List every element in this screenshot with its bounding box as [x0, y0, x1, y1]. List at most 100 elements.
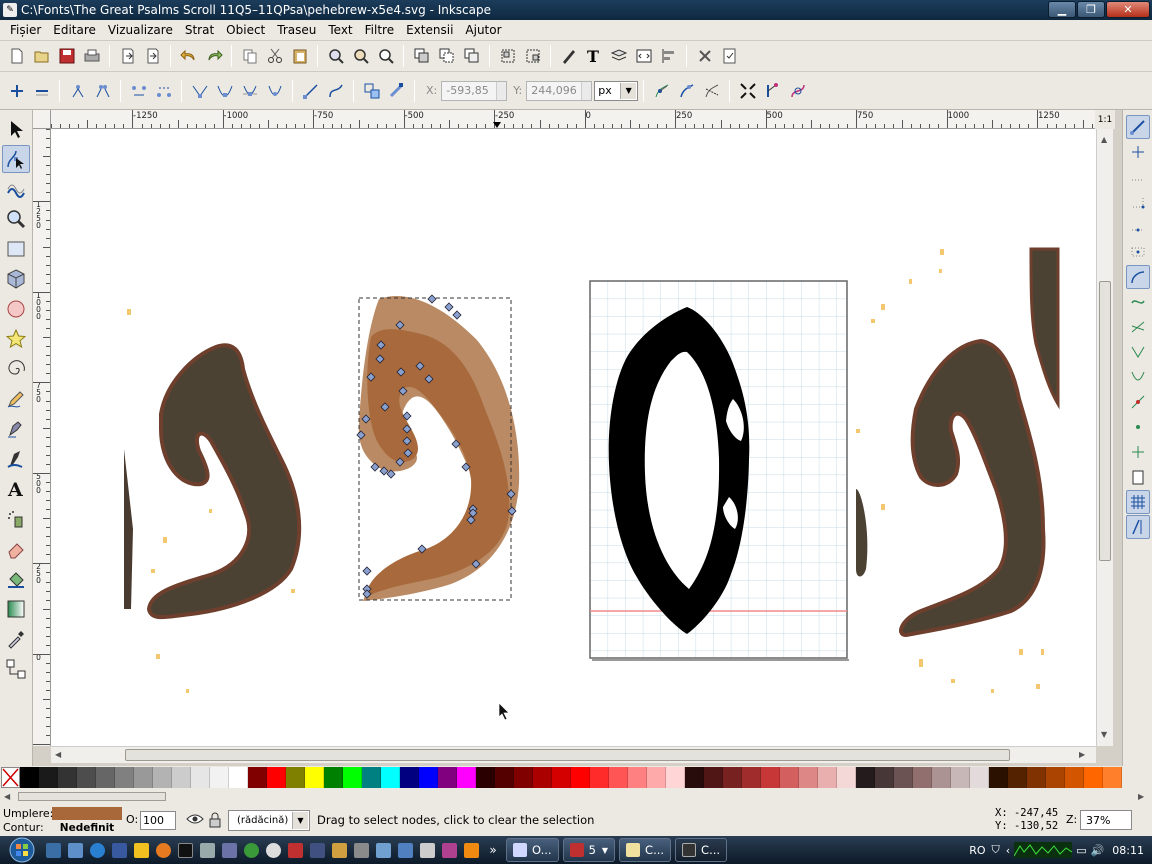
snap-nodes-icon[interactable] [1125, 264, 1150, 289]
menu-editare[interactable]: Editare [47, 23, 102, 37]
tweak-tool-icon[interactable] [2, 175, 30, 203]
quicklaunch-php-icon[interactable] [219, 840, 239, 860]
quicklaunch-more-icon[interactable]: » [483, 840, 503, 860]
palette-swatch[interactable] [58, 767, 77, 788]
eraser-tool-icon[interactable] [2, 535, 30, 563]
quicklaunch-app6-icon[interactable] [395, 840, 415, 860]
snap-path-intersection-icon[interactable] [1126, 315, 1150, 339]
document-properties-icon[interactable] [718, 45, 741, 68]
smooth-node-icon[interactable] [213, 79, 236, 102]
scan-image-right[interactable] [856, 247, 1060, 693]
edit-clipping-path-icon[interactable] [700, 79, 723, 102]
group-icon[interactable] [496, 45, 519, 68]
cusp-node-icon[interactable] [188, 79, 211, 102]
palette-swatch[interactable] [875, 767, 894, 788]
menu-ajutor[interactable]: Ajutor [459, 23, 507, 37]
palette-swatch[interactable] [77, 767, 96, 788]
delete-segment-icon[interactable] [152, 79, 175, 102]
palette-swatch[interactable] [1027, 767, 1046, 788]
open-document-icon[interactable] [30, 45, 53, 68]
snap-bbox-edge-icon[interactable] [1126, 165, 1150, 189]
palette-swatch[interactable] [742, 767, 761, 788]
break-path-icon[interactable] [91, 79, 114, 102]
show-transform-handles-icon[interactable] [736, 79, 759, 102]
quicklaunch-ie-icon[interactable] [87, 840, 107, 860]
snap-path-icon[interactable] [1126, 290, 1150, 314]
palette-swatch[interactable] [552, 767, 571, 788]
y-coordinate-field[interactable]: 244,096 [526, 80, 593, 101]
unlink-clone-icon[interactable] [460, 45, 483, 68]
menu-extensii[interactable]: Extensii [400, 23, 459, 37]
scan-image-left[interactable] [124, 309, 302, 693]
quicklaunch-app2-icon[interactable] [307, 840, 327, 860]
menu-fisier[interactable]: Fișier [4, 23, 47, 37]
path-node[interactable] [427, 294, 437, 304]
zoom-drawing-icon[interactable] [349, 45, 372, 68]
palette-swatch[interactable] [457, 767, 476, 788]
quicklaunch-app4-icon[interactable] [351, 840, 371, 860]
palette-swatch[interactable] [609, 767, 628, 788]
palette-swatch[interactable] [362, 767, 381, 788]
quicklaunch-chrome-icon[interactable] [241, 840, 261, 860]
palette-swatch[interactable] [305, 767, 324, 788]
rect-tool-icon[interactable] [2, 235, 30, 263]
menu-strat[interactable]: Strat [179, 23, 220, 37]
object-to-path-icon[interactable] [360, 79, 383, 102]
task-button-2[interactable]: 5 ▼ [562, 838, 616, 862]
star-tool-icon[interactable] [2, 325, 30, 353]
duplicate-icon[interactable] [410, 45, 433, 68]
copy-icon[interactable] [238, 45, 261, 68]
pencil-tool-icon[interactable] [2, 385, 30, 413]
palette-swatch[interactable] [1103, 767, 1122, 788]
quicklaunch-desktop-icon[interactable] [43, 840, 63, 860]
palette-swatch[interactable] [647, 767, 666, 788]
spray-tool-icon[interactable] [2, 505, 30, 533]
zoom-field[interactable]: 37% [1080, 810, 1132, 830]
align-distribute-icon[interactable] [657, 45, 680, 68]
palette-swatch[interactable] [134, 767, 153, 788]
minimize-button[interactable]: ▁ [1048, 1, 1076, 18]
palette-swatch[interactable] [799, 767, 818, 788]
palette-swatch[interactable] [666, 767, 685, 788]
quicklaunch-save-icon[interactable] [109, 840, 129, 860]
opacity-field[interactable]: 100 [140, 811, 176, 830]
palette-swatch[interactable] [913, 767, 932, 788]
snap-cusp-nodes-icon[interactable] [1126, 340, 1150, 364]
dropper-tool-icon[interactable] [2, 625, 30, 653]
palette-swatch[interactable] [685, 767, 704, 788]
task-button-4[interactable]: C... [675, 838, 728, 862]
palette-scroll-right-icon[interactable]: ▶ [1138, 792, 1144, 801]
tray-shield-icon[interactable]: ⛉ [992, 843, 1000, 857]
zoom-selection-icon[interactable] [324, 45, 347, 68]
snap-bbox-icon[interactable] [1126, 140, 1150, 164]
palette-swatch[interactable] [476, 767, 495, 788]
snap-smooth-nodes-icon[interactable] [1126, 365, 1150, 389]
new-document-icon[interactable] [5, 45, 28, 68]
delete-node-icon[interactable] [30, 79, 53, 102]
snap-object-center-icon[interactable] [1126, 415, 1150, 439]
palette-swatch[interactable] [533, 767, 552, 788]
quicklaunch-app8-icon[interactable] [439, 840, 459, 860]
join-nodes-icon[interactable] [66, 79, 89, 102]
vertical-scrollbar[interactable]: ▲ ▼ [1096, 129, 1113, 746]
join-segment-icon[interactable] [127, 79, 150, 102]
palette-swatch[interactable] [229, 767, 248, 788]
palette-swatch[interactable] [419, 767, 438, 788]
palette-swatch[interactable] [210, 767, 229, 788]
palette-swatch[interactable] [1046, 767, 1065, 788]
glyph-page[interactable] [589, 280, 849, 661]
layers-icon[interactable] [607, 45, 630, 68]
preferences-icon[interactable] [693, 45, 716, 68]
palette-swatch[interactable] [1008, 767, 1027, 788]
palette-scroll-thumb[interactable] [18, 792, 166, 801]
palette-swatch[interactable] [932, 767, 951, 788]
quicklaunch-vlc-icon[interactable] [461, 840, 481, 860]
task-button-1[interactable]: O... [506, 838, 559, 862]
zoom-tool-icon[interactable] [2, 205, 30, 233]
import-icon[interactable] [116, 45, 139, 68]
palette-swatch[interactable] [989, 767, 1008, 788]
palette-swatch[interactable] [191, 767, 210, 788]
insert-node-icon[interactable] [5, 79, 28, 102]
path-effect-icon[interactable] [786, 79, 809, 102]
menu-obiect[interactable]: Obiect [220, 23, 271, 37]
